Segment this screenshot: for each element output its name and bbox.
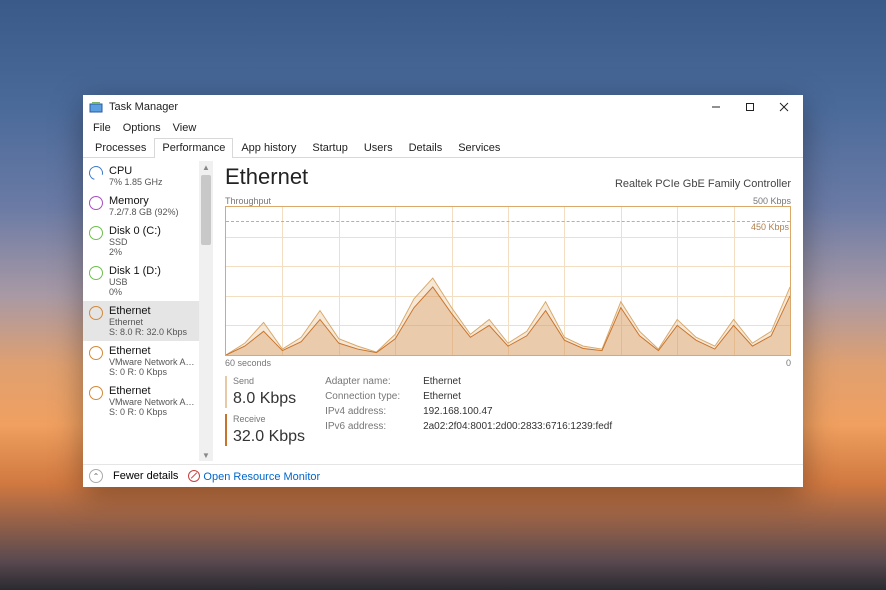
chart-x-left: 60 seconds bbox=[225, 358, 271, 368]
resource-monitor-icon bbox=[188, 470, 200, 482]
throughput-chart: 450 Kbps bbox=[225, 206, 791, 356]
sidebar-scrollbar[interactable]: ▲ ▼ bbox=[199, 161, 213, 461]
disk-icon bbox=[89, 266, 103, 280]
tab-app-history[interactable]: App history bbox=[233, 138, 304, 158]
maximize-button[interactable] bbox=[733, 95, 767, 119]
app-icon bbox=[89, 100, 103, 114]
scroll-down-icon[interactable]: ▼ bbox=[199, 449, 213, 461]
sidebar-item-ethernet[interactable]: EthernetEthernetS: 8.0 R: 32.0 Kbps bbox=[83, 301, 213, 341]
send-stat: Send 8.0 Kbps bbox=[225, 376, 305, 408]
sidebar-item-ethernet-vm2[interactable]: EthernetVMware Network Ad...S: 0 R: 0 Kb… bbox=[83, 381, 213, 421]
scroll-up-icon[interactable]: ▲ bbox=[199, 161, 213, 173]
chevron-up-icon[interactable]: ⌃ bbox=[89, 469, 103, 483]
menubar: File Options View bbox=[83, 119, 803, 137]
sidebar-item-disk-c[interactable]: Disk 0 (C:)SSD2% bbox=[83, 221, 213, 261]
network-icon bbox=[89, 386, 103, 400]
adapter-details: Adapter name:Ethernet Connection type:Et… bbox=[325, 376, 612, 446]
sidebar-item-cpu[interactable]: CPU7% 1.85 GHz bbox=[83, 161, 213, 191]
open-resource-monitor-link[interactable]: Open Resource Monitor bbox=[188, 470, 320, 483]
menu-options[interactable]: Options bbox=[117, 122, 167, 134]
tabbar: Processes Performance App history Startu… bbox=[83, 137, 803, 158]
close-button[interactable] bbox=[767, 95, 801, 119]
tab-processes[interactable]: Processes bbox=[87, 138, 154, 158]
sidebar: CPU7% 1.85 GHz Memory7.2/7.8 GB (92%) Di… bbox=[83, 158, 213, 464]
tab-performance[interactable]: Performance bbox=[154, 138, 233, 158]
sidebar-item-ethernet-vm1[interactable]: EthernetVMware Network Ad...S: 0 R: 0 Kb… bbox=[83, 341, 213, 381]
menu-view[interactable]: View bbox=[167, 122, 203, 134]
scrollbar-thumb[interactable] bbox=[201, 175, 211, 245]
network-icon bbox=[89, 346, 103, 360]
sidebar-item-disk-d[interactable]: Disk 1 (D:)USB0% bbox=[83, 261, 213, 301]
disk-icon bbox=[89, 226, 103, 240]
network-icon bbox=[89, 306, 103, 320]
cpu-icon bbox=[86, 163, 105, 182]
tab-services[interactable]: Services bbox=[450, 138, 508, 158]
main-panel: Ethernet Realtek PCIe GbE Family Control… bbox=[213, 158, 803, 464]
chart-ymax-label: 500 Kbps bbox=[753, 196, 791, 206]
adapter-subtitle: Realtek PCIe GbE Family Controller bbox=[615, 178, 791, 190]
chart-x-right: 0 bbox=[786, 358, 791, 368]
chart-axis-label: Throughput bbox=[225, 196, 271, 206]
tab-users[interactable]: Users bbox=[356, 138, 401, 158]
fewer-details-button[interactable]: Fewer details bbox=[113, 470, 178, 482]
titlebar[interactable]: Task Manager bbox=[83, 95, 803, 119]
receive-stat: Receive 32.0 Kbps bbox=[225, 414, 305, 446]
tab-startup[interactable]: Startup bbox=[304, 138, 355, 158]
menu-file[interactable]: File bbox=[87, 122, 117, 134]
page-title: Ethernet bbox=[225, 164, 308, 190]
task-manager-window: Task Manager File Options View Processes… bbox=[83, 95, 803, 487]
window-title: Task Manager bbox=[109, 101, 178, 113]
footer: ⌃ Fewer details Open Resource Monitor bbox=[83, 464, 803, 487]
minimize-button[interactable] bbox=[699, 95, 733, 119]
memory-icon bbox=[89, 196, 103, 210]
sidebar-item-memory[interactable]: Memory7.2/7.8 GB (92%) bbox=[83, 191, 213, 221]
tab-details[interactable]: Details bbox=[401, 138, 451, 158]
chart-dashed-label: 450 Kbps bbox=[751, 222, 789, 232]
